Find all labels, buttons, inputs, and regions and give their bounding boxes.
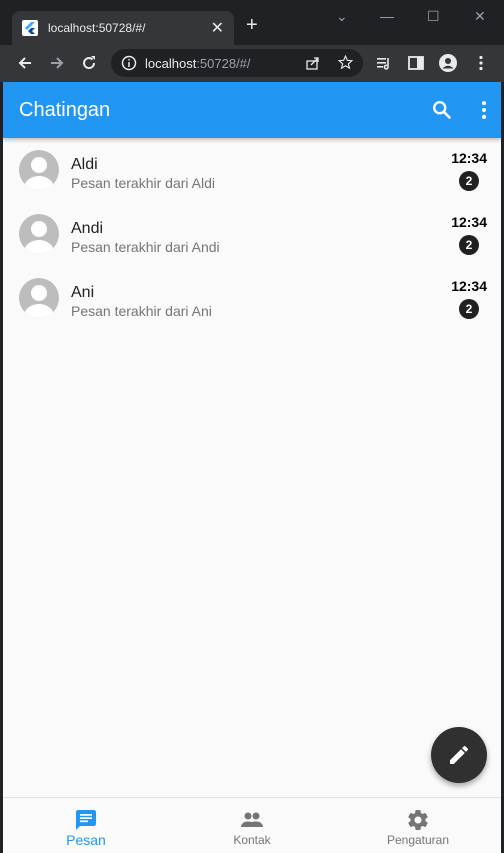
reload-icon[interactable] — [79, 53, 99, 73]
chat-name: Ani — [71, 284, 95, 301]
search-icon[interactable] — [431, 99, 453, 121]
message-icon — [76, 810, 96, 830]
gear-icon — [408, 810, 428, 831]
pencil-icon — [450, 745, 469, 764]
profile-avatar-icon[interactable] — [439, 54, 457, 72]
share-icon[interactable] — [305, 55, 321, 71]
chat-preview: Pesan terakhir dari Aldi — [71, 175, 215, 191]
maximize-icon[interactable]: ☐ — [427, 8, 440, 25]
chat-list-item[interactable]: Ani Pesan terakhir dari Ani 12:34 2 — [3, 266, 501, 330]
minimize-icon[interactable]: — — [380, 8, 394, 24]
chat-list-item[interactable]: Aldi Pesan terakhir dari Aldi 12:34 2 — [3, 138, 501, 202]
chat-time: 12:34 — [451, 150, 487, 166]
people-icon — [241, 812, 263, 827]
tab-title: localhost:50728/#/ — [48, 21, 146, 35]
compose-button[interactable] — [431, 727, 487, 783]
browser-tab[interactable]: localhost:50728/#/ ✕ — [12, 11, 234, 45]
url-rest: :50728/#/ — [196, 56, 251, 71]
app-bar: Chatingan — [3, 82, 501, 138]
avatar — [19, 150, 59, 190]
reading-list-icon[interactable] — [375, 54, 393, 72]
app-title: Chatingan — [19, 99, 111, 121]
tab-close-icon[interactable]: ✕ — [211, 18, 224, 38]
address-bar[interactable]: localhost:50728/#/ — [111, 49, 363, 77]
url-host: localhost — [145, 56, 197, 71]
avatar — [19, 214, 59, 254]
nav-item-pengaturan[interactable]: Pengaturan — [335, 798, 501, 853]
unread-badge: 2 — [459, 171, 479, 191]
info-icon[interactable] — [121, 55, 137, 71]
browser-chrome: localhost:50728/#/ ✕ + ⌄ — ☐ ✕ localhost… — [0, 0, 504, 82]
browser-menu-icon[interactable] — [472, 54, 490, 72]
nav-item-kontak[interactable]: Kontak — [169, 798, 335, 853]
browser-toolbar: localhost:50728/#/ — [0, 45, 504, 82]
chat-time: 12:34 — [451, 278, 487, 294]
chat-name: Andi — [71, 220, 104, 237]
unread-badge: 2 — [459, 299, 479, 319]
nav-label-kontak: Kontak — [233, 833, 271, 847]
chat-preview: Pesan terakhir dari Andi — [71, 239, 220, 255]
unread-badge: 2 — [459, 235, 479, 255]
more-options-icon[interactable] — [473, 99, 495, 121]
window-close-icon[interactable]: ✕ — [474, 8, 486, 25]
chat-preview: Pesan terakhir dari Ani — [71, 303, 212, 319]
nav-label-pengaturan: Pengaturan — [386, 833, 450, 847]
avatar — [19, 278, 59, 318]
nav-label-pesan: Pesan — [66, 832, 106, 848]
person-icon — [24, 285, 54, 318]
flutter-favicon-icon — [22, 20, 38, 36]
bookmark-star-icon[interactable] — [337, 54, 354, 71]
bottom-navigation: Pesan Kontak Pengaturan — [3, 797, 501, 853]
chat-name: Aldi — [71, 156, 98, 173]
chat-list-item[interactable]: Andi Pesan terakhir dari Andi 12:34 2 — [3, 202, 501, 266]
nav-item-pesan[interactable]: Pesan — [3, 798, 169, 853]
app-viewport: Chatingan Aldi Pesan terakhir dari Aldi … — [3, 82, 501, 853]
forward-icon[interactable] — [47, 53, 67, 73]
new-tab-icon[interactable]: + — [246, 14, 258, 37]
chat-list: Aldi Pesan terakhir dari Aldi 12:34 2 An… — [3, 138, 501, 330]
side-panel-icon[interactable] — [407, 54, 425, 72]
chevron-down-icon[interactable]: ⌄ — [336, 8, 348, 25]
person-icon — [24, 157, 54, 190]
back-icon[interactable] — [15, 53, 35, 73]
address-url: localhost:50728/#/ — [145, 56, 251, 71]
person-icon — [24, 221, 54, 254]
chat-time: 12:34 — [451, 214, 487, 230]
